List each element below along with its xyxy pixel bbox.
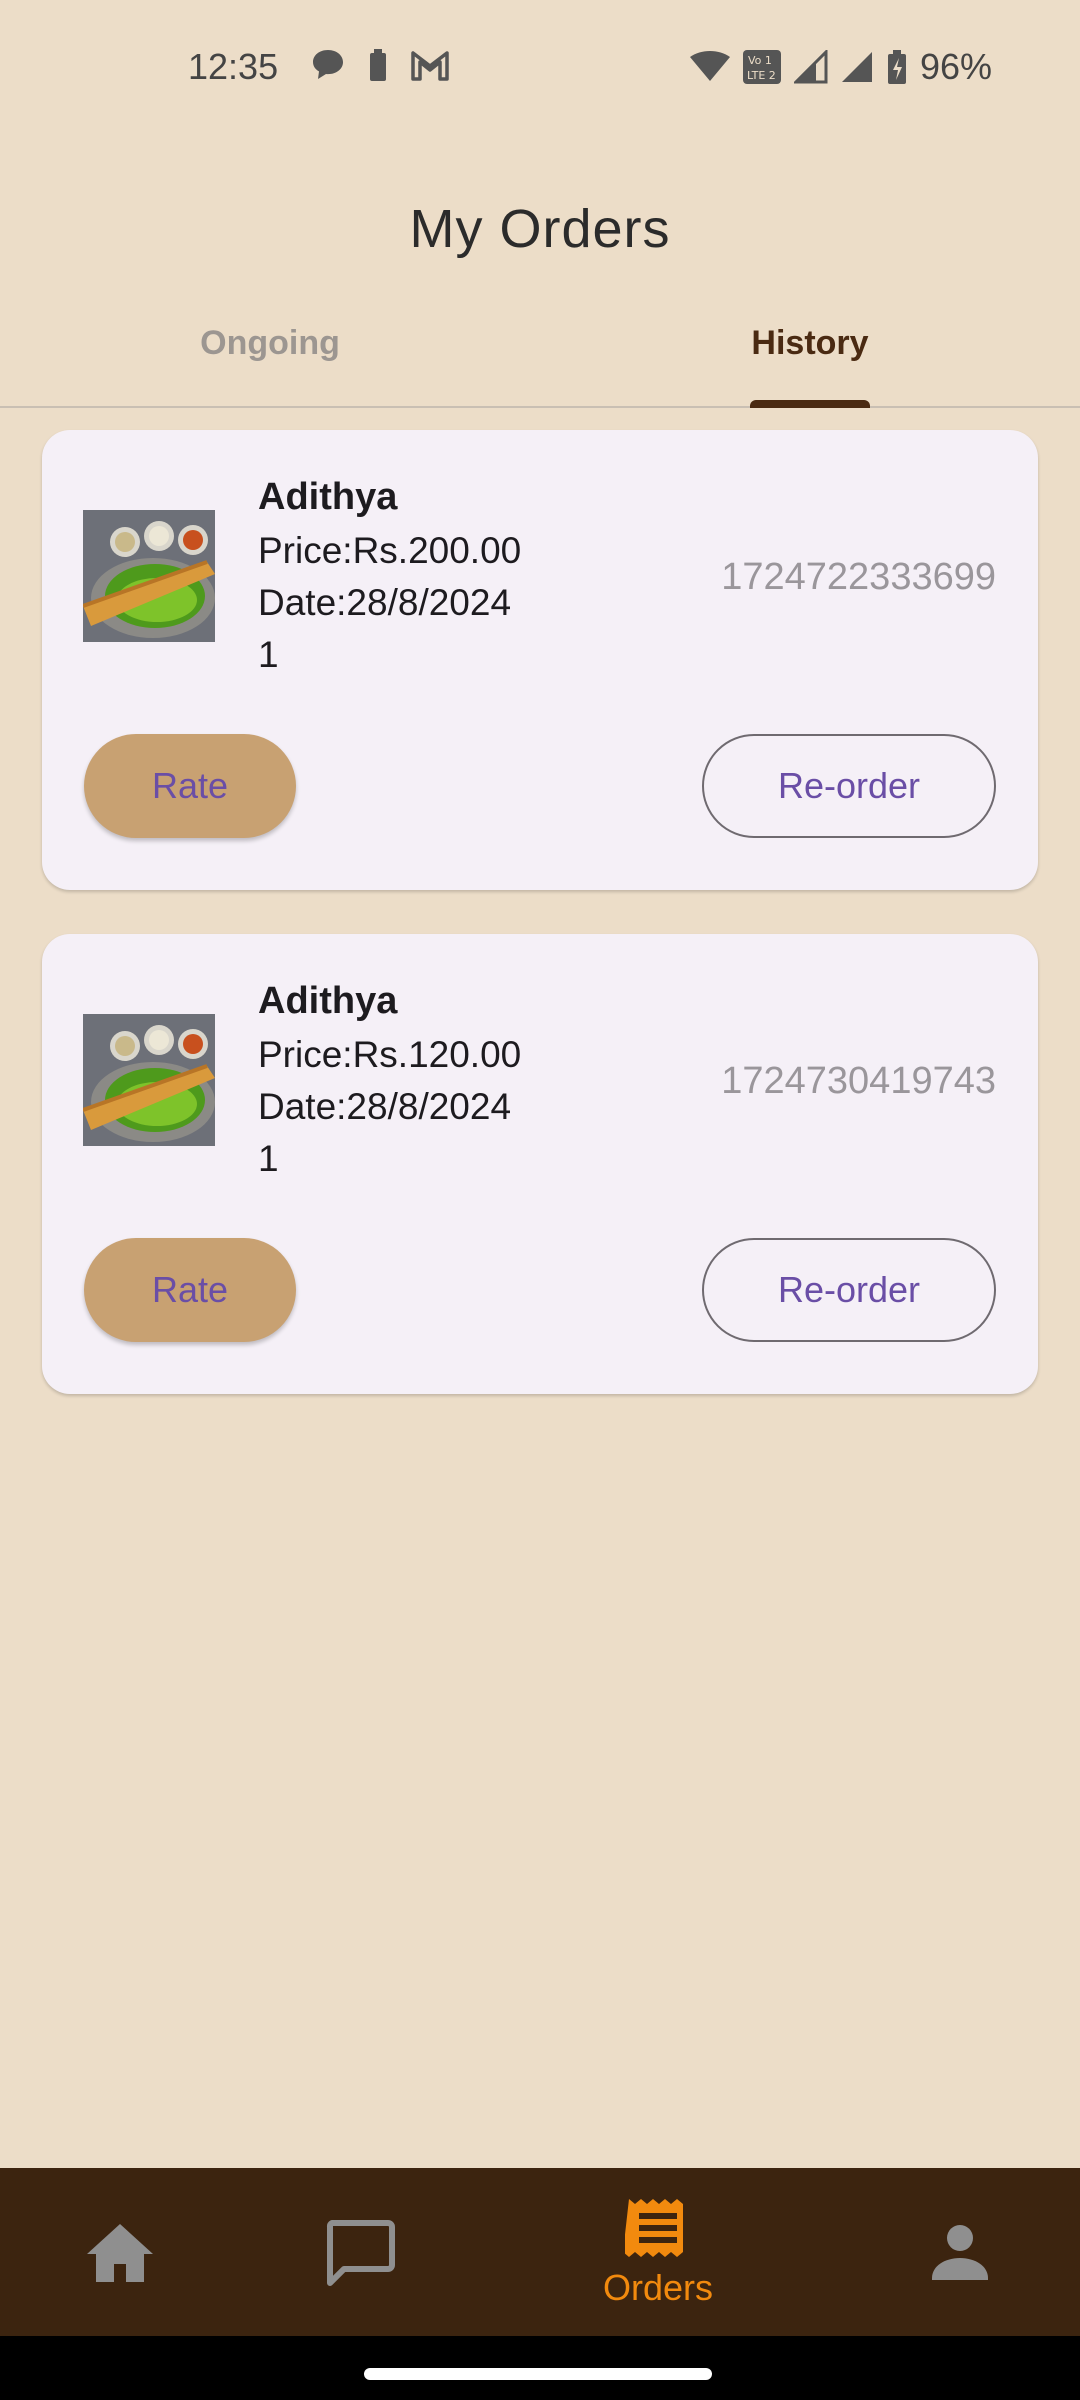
restaurant-name: Adithya	[258, 476, 398, 518]
order-date: Date:28/8/2024	[258, 1086, 512, 1127]
status-time: 12:35	[188, 46, 279, 87]
tab-indicator	[750, 400, 870, 408]
battery-small-icon	[370, 49, 386, 81]
signal-icon	[793, 50, 828, 84]
tab-ongoing[interactable]: Ongoing	[0, 324, 540, 363]
nav-orders[interactable]: Orders	[578, 2168, 738, 2336]
signal-icon	[841, 52, 872, 82]
home-gesture-handle[interactable]	[364, 2368, 712, 2380]
notification-icons	[310, 48, 450, 82]
chat-icon	[326, 2220, 395, 2286]
dosa-food-image	[83, 1014, 215, 1146]
order-date: Date:28/8/2024	[258, 582, 512, 623]
restaurant-name: Adithya	[258, 980, 398, 1022]
order-id: 1724722333699	[721, 556, 996, 598]
nav-orders-label: Orders	[602, 2267, 714, 2308]
order-quantity: 1	[258, 634, 279, 675]
profile-icon	[932, 2225, 988, 2280]
order-price: Price:Rs.200.00	[258, 530, 522, 571]
bottom-nav: Orders	[0, 2168, 1080, 2336]
svg-text:LTE 2: LTE 2	[747, 69, 776, 82]
order-quantity: 1	[258, 1138, 279, 1179]
receipt-icon	[625, 2199, 683, 2257]
status-bar: 12:35 Vo 1 LTE 2 96%	[0, 0, 1080, 130]
tab-history[interactable]: History	[540, 324, 1080, 363]
volte-icon: Vo 1 LTE 2	[742, 50, 781, 84]
svg-text:Vo 1: Vo 1	[748, 54, 772, 67]
battery-percent: 96%	[919, 46, 992, 87]
nav-chat[interactable]	[310, 2168, 410, 2336]
page-title: My Orders	[409, 199, 671, 259]
rate-button[interactable]: Rate	[84, 734, 296, 838]
battery-charging-icon	[887, 50, 906, 84]
rate-button[interactable]: Rate	[84, 1238, 296, 1342]
chat-bubble-icon	[313, 50, 343, 79]
nav-profile[interactable]	[910, 2168, 1010, 2336]
order-card: Adithya Price:Rs.200.00 Date:28/8/2024 1…	[42, 430, 1038, 890]
reorder-button[interactable]: Re-order	[702, 1238, 996, 1342]
nav-home[interactable]	[70, 2168, 170, 2336]
reorder-button[interactable]: Re-order	[702, 734, 996, 838]
gmail-icon	[411, 51, 449, 81]
order-tabs: Ongoing History	[0, 310, 1080, 408]
wifi-icon	[689, 51, 730, 81]
order-id: 1724730419743	[721, 1060, 996, 1102]
order-card: Adithya Price:Rs.120.00 Date:28/8/2024 1…	[42, 934, 1038, 1394]
gesture-bar	[0, 2336, 1080, 2400]
system-icons: Vo 1 LTE 2 96%	[689, 46, 992, 88]
dosa-food-image	[83, 510, 215, 642]
order-price: Price:Rs.120.00	[258, 1034, 522, 1075]
home-icon	[87, 2224, 153, 2282]
